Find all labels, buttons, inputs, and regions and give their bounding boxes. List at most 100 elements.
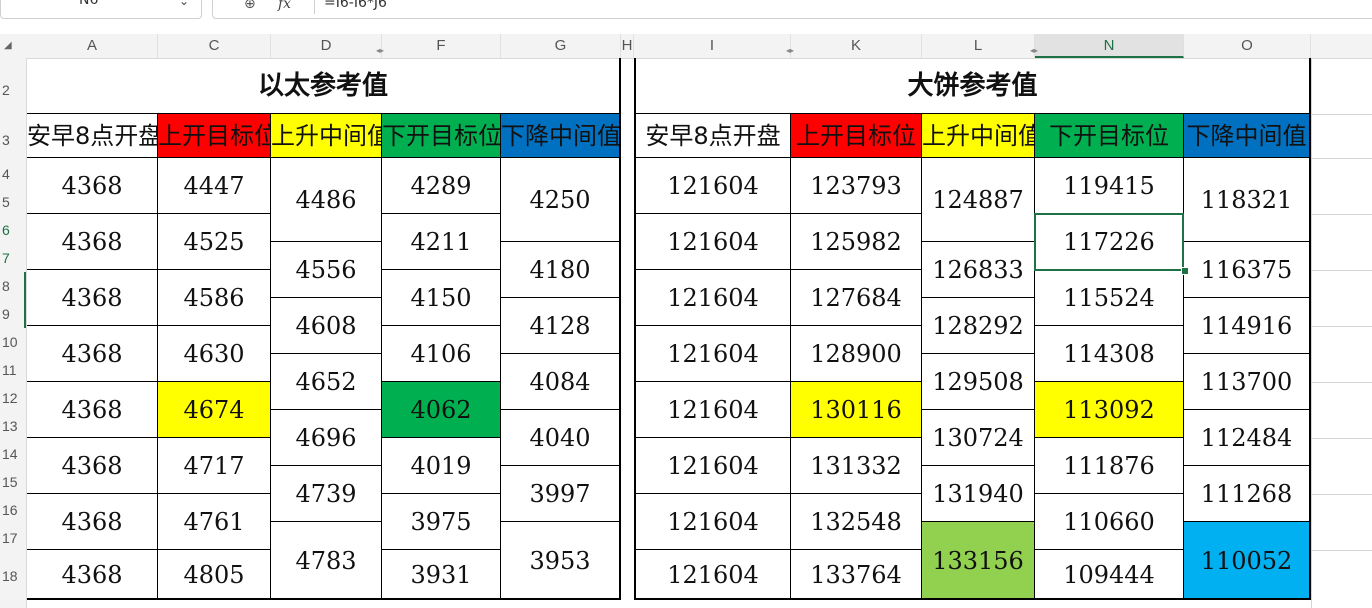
eth-up_target-cell[interactable]: 4674 <box>158 382 271 438</box>
btc-header-0[interactable]: 安早8点开盘 <box>634 114 791 158</box>
btc-header-4[interactable]: 下降中间值 <box>1184 114 1311 158</box>
column-header-i[interactable]: I <box>634 34 791 58</box>
eth-up_mid-cell[interactable]: 4696 <box>271 410 382 466</box>
eth-open-cell[interactable]: 4368 <box>27 550 158 600</box>
eth-header-3[interactable]: 下开目标位 <box>382 114 501 158</box>
column-header-c[interactable]: C <box>158 34 271 58</box>
btc-up_mid-cell[interactable]: 133156 <box>922 522 1035 600</box>
eth-open-cell[interactable]: 4368 <box>27 214 158 270</box>
row-header-12[interactable]: 12 <box>0 390 28 406</box>
eth-up_target-cell[interactable]: 4630 <box>158 326 271 382</box>
eth-up_target-cell[interactable]: 4805 <box>158 550 271 600</box>
eth-up_mid-cell[interactable]: 4556 <box>271 242 382 298</box>
btc-down_mid-cell[interactable]: 112484 <box>1184 410 1311 466</box>
btc-down_target-cell[interactable]: 109444 <box>1035 550 1184 600</box>
btc-open-cell[interactable]: 121604 <box>634 382 791 438</box>
eth-up_target-cell[interactable]: 4761 <box>158 494 271 550</box>
btc-up_mid-cell[interactable]: 128292 <box>922 298 1035 354</box>
btc-down_target-cell[interactable]: 114308 <box>1035 326 1184 382</box>
btc-down_mid-cell[interactable]: 116375 <box>1184 242 1311 298</box>
column-header-k[interactable]: K <box>791 34 922 58</box>
btc-up_target-cell[interactable]: 127684 <box>791 270 922 326</box>
row-header-14[interactable]: 14 <box>0 446 28 462</box>
eth-down_target-cell[interactable]: 3975 <box>382 494 501 550</box>
eth-up_mid-cell[interactable]: 4783 <box>271 522 382 600</box>
btc-down_mid-cell[interactable]: 114916 <box>1184 298 1311 354</box>
eth-title[interactable]: 以太参考值 <box>27 58 621 114</box>
eth-down_target-cell[interactable]: 4211 <box>382 214 501 270</box>
active-cell-selection[interactable] <box>1034 213 1184 271</box>
btc-header-2[interactable]: 上升中间值 <box>922 114 1035 158</box>
eth-open-cell[interactable]: 4368 <box>27 438 158 494</box>
fill-handle[interactable] <box>1181 267 1189 275</box>
eth-up_mid-cell[interactable]: 4486 <box>271 158 382 242</box>
eth-up_target-cell[interactable]: 4525 <box>158 214 271 270</box>
row-header-2[interactable]: 2 <box>0 82 28 98</box>
btc-down_target-cell[interactable]: 111876 <box>1035 438 1184 494</box>
column-header-h[interactable]: H <box>621 34 634 58</box>
btc-up_mid-cell[interactable]: 124887 <box>922 158 1035 242</box>
eth-down_target-cell[interactable]: 4289 <box>382 158 501 214</box>
eth-open-cell[interactable]: 4368 <box>27 270 158 326</box>
formula-text[interactable]: =I6-I6*J6 <box>324 0 387 11</box>
row-header-18[interactable]: 18 <box>0 568 28 584</box>
eth-header-1[interactable]: 上开目标位 <box>158 114 271 158</box>
eth-down_mid-cell[interactable]: 3953 <box>501 522 621 600</box>
btc-header-1[interactable]: 上开目标位 <box>791 114 922 158</box>
hidden-columns-marker[interactable]: ◂▸ <box>1030 46 1038 55</box>
eth-up_target-cell[interactable]: 4447 <box>158 158 271 214</box>
column-header-n[interactable]: N <box>1035 34 1184 58</box>
btc-down_target-cell[interactable]: 115524 <box>1035 270 1184 326</box>
eth-open-cell[interactable]: 4368 <box>27 326 158 382</box>
row-header-11[interactable]: 11 <box>0 362 28 378</box>
column-header-l[interactable]: L <box>922 34 1035 58</box>
eth-down_mid-cell[interactable]: 4084 <box>501 354 621 410</box>
row-header-15[interactable]: 15 <box>0 474 28 490</box>
btc-down_target-cell[interactable]: 113092 <box>1035 382 1184 438</box>
eth-down_target-cell[interactable]: 3931 <box>382 550 501 600</box>
row-header-13[interactable]: 13 <box>0 418 28 434</box>
eth-up_target-cell[interactable]: 4717 <box>158 438 271 494</box>
btc-up_mid-cell[interactable]: 131940 <box>922 466 1035 522</box>
row-header-6[interactable]: 6 <box>0 222 28 238</box>
fx-icon[interactable]: fx <box>278 0 291 12</box>
column-header-g[interactable]: G <box>501 34 621 58</box>
btc-down_mid-cell[interactable]: 118321 <box>1184 158 1311 242</box>
column-header-f[interactable]: F <box>382 34 501 58</box>
btc-up_mid-cell[interactable]: 126833 <box>922 242 1035 298</box>
btc-down_mid-cell[interactable]: 110052 <box>1184 522 1311 600</box>
row-header-16[interactable]: 16 <box>0 502 28 518</box>
eth-open-cell[interactable]: 4368 <box>27 494 158 550</box>
name-box[interactable]: N6 ⌄ <box>0 0 202 19</box>
btc-open-cell[interactable]: 121604 <box>634 438 791 494</box>
eth-up_mid-cell[interactable]: 4739 <box>271 466 382 522</box>
eth-up_mid-cell[interactable]: 4608 <box>271 298 382 354</box>
btc-open-cell[interactable]: 121604 <box>634 158 791 214</box>
row-header-10[interactable]: 10 <box>0 334 28 350</box>
chevron-down-icon[interactable]: ⌄ <box>179 0 189 8</box>
eth-open-cell[interactable]: 4368 <box>27 382 158 438</box>
eth-up_target-cell[interactable]: 4586 <box>158 270 271 326</box>
hidden-columns-marker[interactable]: ◂▸ <box>376 46 384 55</box>
btc-down_target-cell[interactable]: 110660 <box>1035 494 1184 550</box>
zoom-icon[interactable]: ⊕ <box>244 0 256 12</box>
column-header-d[interactable]: D <box>271 34 382 58</box>
btc-open-cell[interactable]: 121604 <box>634 494 791 550</box>
eth-header-4[interactable]: 下降中间值 <box>501 114 621 158</box>
btc-title[interactable]: 大饼参考值 <box>634 58 1311 114</box>
btc-up_mid-cell[interactable]: 130724 <box>922 410 1035 466</box>
column-header-a[interactable]: A <box>27 34 158 58</box>
eth-up_mid-cell[interactable]: 4652 <box>271 354 382 410</box>
eth-down_mid-cell[interactable]: 4040 <box>501 410 621 466</box>
btc-down_mid-cell[interactable]: 113700 <box>1184 354 1311 410</box>
select-all-corner[interactable]: ◢ <box>0 34 26 58</box>
eth-open-cell[interactable]: 4368 <box>27 158 158 214</box>
eth-down_mid-cell[interactable]: 4128 <box>501 298 621 354</box>
row-header-7[interactable]: 7 <box>0 250 28 266</box>
column-header-o[interactable]: O <box>1184 34 1311 58</box>
btc-open-cell[interactable]: 121604 <box>634 550 791 600</box>
btc-open-cell[interactable]: 121604 <box>634 326 791 382</box>
eth-down_target-cell[interactable]: 4150 <box>382 270 501 326</box>
hidden-columns-marker[interactable]: ◂▸ <box>786 46 794 55</box>
btc-up_target-cell[interactable]: 133764 <box>791 550 922 600</box>
